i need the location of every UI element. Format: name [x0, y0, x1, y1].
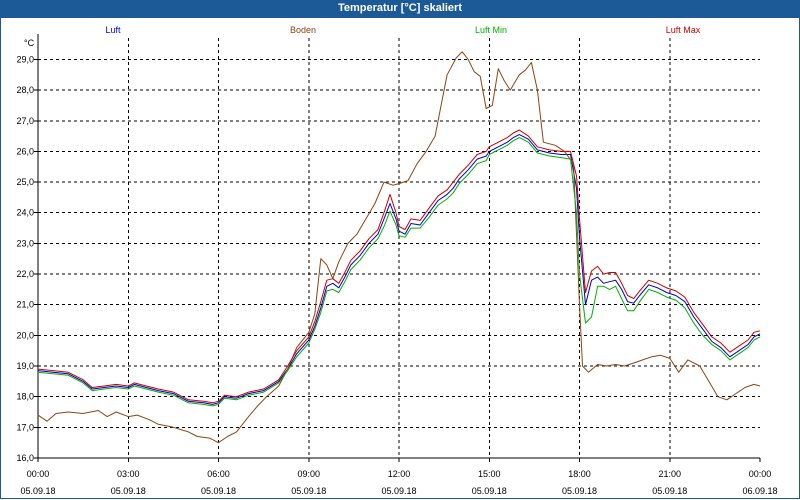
x-tick-time-label: 00:00 [27, 469, 50, 479]
x-tick-time-label: 09:00 [297, 469, 320, 479]
y-tick-label: 27,0 [16, 116, 34, 126]
y-tick-label: 20,0 [16, 330, 34, 340]
legend-entry-luft-max: Luft Max [666, 25, 701, 35]
x-tick-date-label: 05.09.18 [562, 486, 597, 496]
x-tick-date-label: 05.09.18 [291, 486, 326, 496]
y-tick-label: 25,0 [16, 177, 34, 187]
temperature-chart: 16,0 17,0 18,0 19,0 20,0 21,0 22,0 23,0 24,0 25,0… [16, 25, 777, 496]
y-tick-label: 16,0 [16, 453, 34, 463]
x-tick-date-label: 05.09.18 [472, 486, 507, 496]
x-tick-time-label: 21:00 [658, 469, 681, 479]
y-axis-unit-label: °C [24, 38, 35, 48]
x-tick-time-label: 12:00 [388, 469, 411, 479]
legend-entry-luft-min: Luft Min [475, 25, 507, 35]
y-tick-label: 17,0 [16, 422, 34, 432]
legend-entry-luft: Luft [105, 25, 121, 35]
x-tick-date-label: 06.09.18 [742, 486, 777, 496]
x-tick-date-label: 05.09.18 [20, 486, 55, 496]
x-tick-time-label: 03:00 [117, 469, 140, 479]
y-tick-label: 24,0 [16, 208, 34, 218]
x-tick-time-label: 15:00 [478, 469, 501, 479]
x-tick-time-label: 00:00 [749, 469, 772, 479]
x-tick-date-label: 05.09.18 [652, 486, 687, 496]
x-tick-date-label: 05.09.18 [381, 486, 416, 496]
y-tick-label: 23,0 [16, 238, 34, 248]
x-tick-time-label: 18:00 [568, 469, 591, 479]
y-tick-label: 26,0 [16, 146, 34, 156]
y-tick-label: 28,0 [16, 85, 34, 95]
y-tick-label: 19,0 [16, 361, 34, 371]
x-tick-date-label: 05.09.18 [201, 486, 236, 496]
y-tick-label: 22,0 [16, 269, 34, 279]
x-tick-date-label: 05.09.18 [111, 486, 146, 496]
y-tick-label: 18,0 [16, 392, 34, 402]
x-tick-time-label: 06:00 [207, 469, 230, 479]
legend-entry-boden: Boden [290, 25, 316, 35]
y-tick-label: 29,0 [16, 54, 34, 64]
y-tick-label: 21,0 [16, 300, 34, 310]
